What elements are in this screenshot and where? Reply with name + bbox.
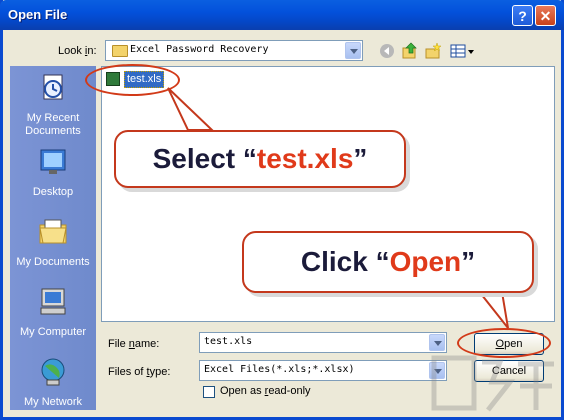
chevron-down-icon[interactable] xyxy=(429,334,445,351)
file-name-label: File name: xyxy=(108,338,160,350)
open-read-only-checkbox[interactable] xyxy=(203,386,215,398)
open-read-only-label[interactable]: Open as read-only xyxy=(220,385,311,397)
chevron-down-icon[interactable] xyxy=(345,42,361,59)
look-in-dropdown[interactable]: Excel Password Recovery xyxy=(105,40,363,61)
place-label: Desktop xyxy=(32,186,74,198)
folder-icon xyxy=(112,45,128,57)
dialog-title: Open File xyxy=(8,7,68,22)
new-folder-icon[interactable] xyxy=(424,42,442,60)
my-network-icon xyxy=(41,358,65,386)
desktop-icon xyxy=(40,149,66,174)
place-desktop[interactable]: Desktop xyxy=(10,146,96,199)
place-my-recent-documents[interactable]: My Recent Documents xyxy=(10,72,96,138)
place-my-computer[interactable]: My Computer xyxy=(10,286,96,339)
file-name-input[interactable]: test.xls xyxy=(199,332,447,353)
views-menu-icon[interactable] xyxy=(449,42,475,60)
place-label: My Recent Documents xyxy=(25,112,81,137)
place-label: My Network xyxy=(23,396,83,408)
file-type-value: Excel Files(*.xls;*.xlsx) xyxy=(204,364,355,375)
places-bar: My Recent Documents Desktop My Documents… xyxy=(10,66,96,410)
file-type-label: Files of type: xyxy=(108,366,171,378)
place-label: My Documents xyxy=(16,256,90,268)
file-name-value: test.xls xyxy=(204,336,253,347)
place-label: My Computer xyxy=(19,326,87,338)
select-callout: Select “test.xls” xyxy=(114,130,406,188)
help-button[interactable]: ? xyxy=(512,5,533,26)
close-button[interactable]: ✕ xyxy=(535,5,556,26)
file-type-dropdown[interactable]: Excel Files(*.xls;*.xlsx) xyxy=(199,360,447,381)
up-one-level-icon[interactable] xyxy=(401,42,419,60)
recent-documents-icon xyxy=(43,74,63,100)
place-my-network[interactable]: My Network xyxy=(10,356,96,409)
look-in-value: Excel Password Recovery xyxy=(130,44,269,55)
place-my-documents[interactable]: My Documents xyxy=(10,216,96,269)
my-documents-icon xyxy=(39,219,67,244)
my-computer-icon xyxy=(40,288,66,315)
click-callout: Click “Open” xyxy=(242,231,534,293)
back-icon[interactable] xyxy=(378,42,396,60)
watermark-logo xyxy=(431,355,554,412)
title-bar[interactable]: Open File ? ✕ xyxy=(0,0,564,30)
look-in-label: Look in: xyxy=(58,45,97,57)
